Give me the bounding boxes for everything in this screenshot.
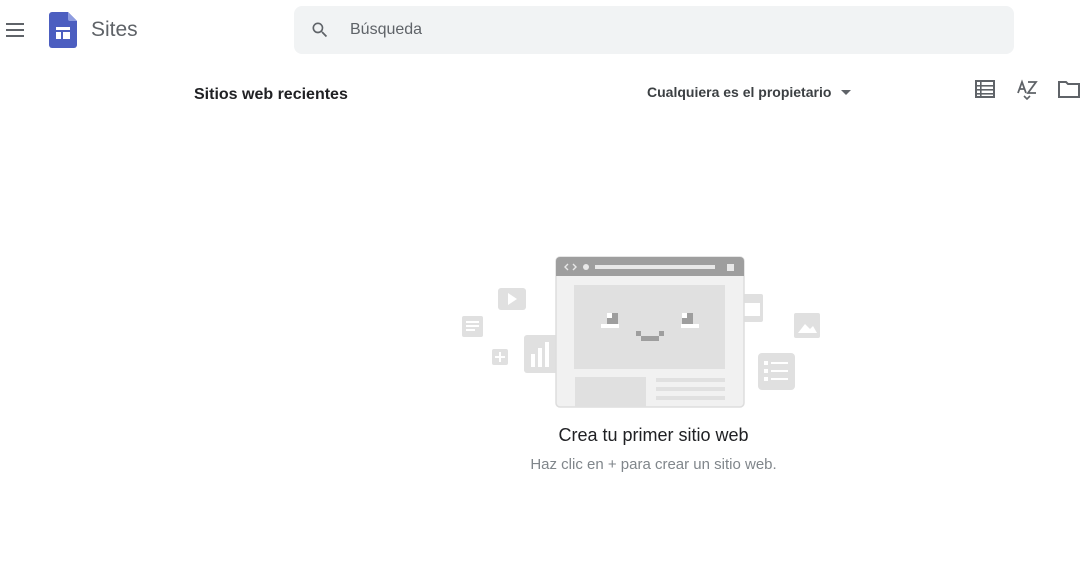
bar-chart-icon: [524, 335, 558, 373]
sort-az-icon: [1016, 78, 1038, 105]
search-bar: [294, 6, 1014, 54]
owner-filter-dropdown[interactable]: Cualquiera es el propietario: [647, 82, 852, 102]
image-icon: [794, 313, 820, 338]
folder-button[interactable]: [1057, 80, 1081, 102]
empty-state-subtitle: Haz clic en + para crear un sitio web.: [530, 456, 777, 473]
app-name: Sites: [91, 18, 138, 41]
browser-window: [555, 256, 745, 408]
search-input[interactable]: [350, 6, 990, 54]
dropdown-arrow-icon: [841, 89, 852, 95]
empty-state-title: Crea tu primer sitio web: [558, 425, 749, 445]
menu-line: [6, 23, 24, 25]
sort-button[interactable]: [1015, 78, 1039, 105]
video-icon: [498, 288, 526, 310]
search-icon[interactable]: [310, 20, 330, 45]
menu-line: [6, 29, 24, 31]
list-view-icon: [975, 79, 995, 103]
owner-filter-label: Cualquiera es el propietario: [647, 84, 832, 100]
top-bar: Sites: [0, 0, 1092, 60]
google-sites-logo-icon[interactable]: [49, 12, 77, 53]
list-icon: [758, 353, 795, 390]
section-title: Sitios web recientes: [194, 86, 348, 103]
main-menu-button[interactable]: [4, 18, 26, 42]
add-icon: [492, 349, 508, 365]
folder-icon: [1058, 80, 1080, 103]
list-view-button[interactable]: [973, 79, 997, 103]
empty-sites-illustration: [460, 255, 826, 416]
document-icon: [462, 316, 483, 337]
menu-line: [6, 35, 24, 37]
